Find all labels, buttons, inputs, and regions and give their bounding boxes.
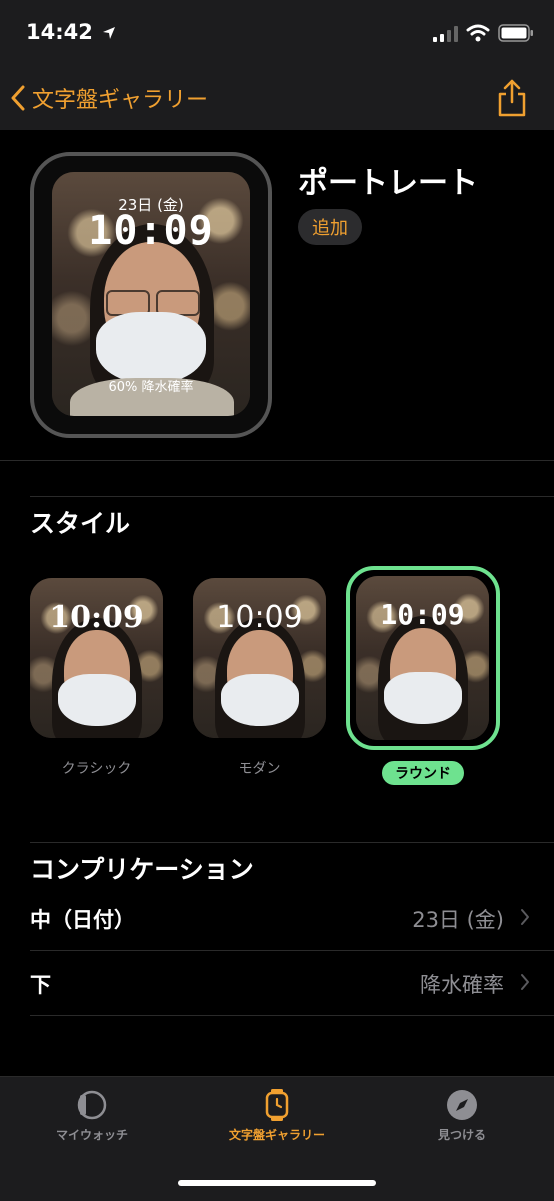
watch-face-icon	[265, 1089, 289, 1121]
divider	[0, 460, 554, 461]
share-icon[interactable]	[496, 78, 528, 118]
tab-discover[interactable]: 見つける	[370, 1088, 554, 1143]
face-complication: 60% 降水確率	[108, 380, 194, 395]
complication-row-value: 23日 (金)	[412, 908, 504, 932]
add-button[interactable]: 追加	[298, 209, 362, 245]
chevron-left-icon	[11, 85, 25, 111]
style-option-round[interactable]: 10:09	[356, 576, 489, 740]
compass-icon	[447, 1090, 477, 1120]
tab-label: 文字盤ギャラリー	[228, 1128, 325, 1142]
back-button-label: 文字盤ギャラリー	[32, 88, 209, 113]
watch-outline-icon	[77, 1090, 107, 1120]
style-classic-label: クラシック	[61, 761, 132, 777]
complications-heading: コンプリケーション	[30, 855, 254, 884]
style-option-classic[interactable]: 10:09	[30, 578, 163, 738]
style-round-time: 10:09	[380, 598, 465, 631]
face-time: 10:09	[88, 208, 214, 254]
style-modern-time: 10:09	[216, 600, 303, 635]
style-round-label: ラウンド	[382, 761, 464, 785]
style-modern-label: モダン	[238, 761, 281, 777]
tab-label: マイウォッチ	[55, 1128, 128, 1142]
back-button[interactable]: 文字盤ギャラリー	[10, 82, 208, 114]
style-option-modern[interactable]: 10:09	[193, 578, 326, 738]
complication-row-label: 下	[30, 973, 51, 997]
tab-label: 見つける	[437, 1128, 486, 1142]
status-time-text: 14:42	[26, 20, 93, 44]
complication-row-label: 中（日付）	[30, 908, 135, 932]
divider	[30, 496, 554, 497]
status-time: 14:42	[26, 20, 116, 44]
tab-my-watch[interactable]: マイウォッチ	[0, 1088, 184, 1143]
battery-icon	[498, 24, 533, 42]
divider	[30, 842, 554, 843]
home-indicator	[178, 1180, 376, 1186]
cellular-signal-icon	[433, 26, 458, 42]
face-title: ポートレート	[298, 166, 478, 201]
chevron-right-icon	[521, 974, 529, 990]
complication-row-value: 降水確率	[420, 973, 504, 997]
complication-row-middle[interactable]: 中（日付） 23日 (金)	[30, 886, 554, 950]
complication-row-bottom[interactable]: 下 降水確率	[30, 951, 554, 1015]
tab-face-gallery[interactable]: 文字盤ギャラリー	[185, 1088, 369, 1143]
wifi-icon	[466, 24, 490, 42]
style-classic-time: 10:09	[49, 600, 144, 635]
location-arrow-icon	[103, 27, 116, 39]
divider	[30, 1015, 554, 1016]
style-heading: スタイル	[30, 509, 131, 538]
chevron-right-icon	[521, 909, 529, 925]
